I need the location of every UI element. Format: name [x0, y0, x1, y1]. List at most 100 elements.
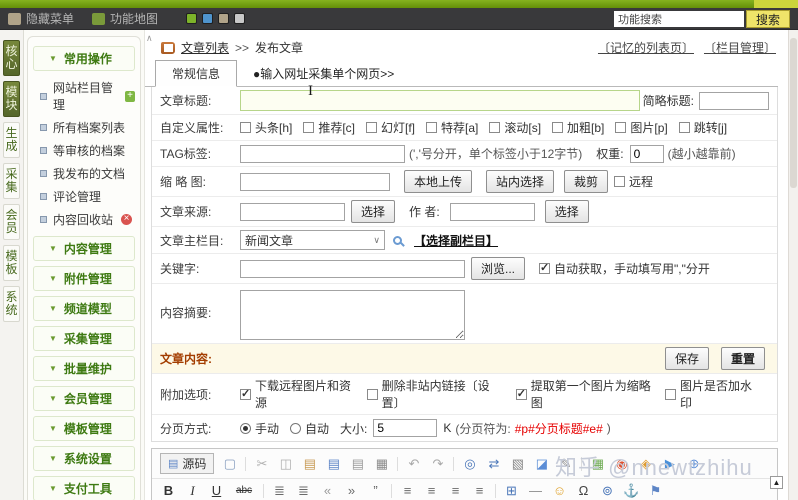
horizontal-rule-icon[interactable]: ―: [527, 483, 544, 499]
align-justify-icon[interactable]: ≡: [471, 483, 488, 499]
site-select-button[interactable]: 站内选择: [486, 170, 555, 193]
anchor-icon[interactable]: ⚓: [623, 483, 640, 499]
save-button[interactable]: 保存: [664, 347, 709, 370]
align-right-icon[interactable]: ≡: [447, 483, 464, 499]
italic-icon[interactable]: I: [184, 483, 201, 499]
manual-paging-radio[interactable]: 手动: [240, 420, 279, 437]
checkbox-icon[interactable]: [303, 122, 315, 133]
strikethrough-icon[interactable]: abc: [232, 483, 256, 499]
undo-icon[interactable]: ↶: [405, 456, 422, 472]
category-manage-link[interactable]: 〔栏目管理〕: [704, 39, 776, 56]
vertical-scrollbar[interactable]: [788, 30, 798, 500]
attribute-checkbox[interactable]: 图片[p]: [615, 119, 668, 136]
attribute-checkbox[interactable]: 加粗[b]: [552, 119, 604, 136]
remote-checkbox[interactable]: 远程: [614, 173, 653, 190]
author-input[interactable]: [449, 202, 535, 221]
select-all-icon[interactable]: ▧: [509, 456, 526, 472]
scrollbar-thumb[interactable]: [790, 38, 797, 188]
special-char-icon[interactable]: Ω: [575, 483, 592, 499]
short-title-input[interactable]: [699, 91, 769, 110]
checkbox-icon[interactable]: [678, 122, 690, 133]
sidebar-section[interactable]: ▼ 会员管理: [33, 386, 135, 411]
tag-input[interactable]: [240, 144, 405, 163]
blockquote-icon[interactable]: ”: [367, 483, 384, 499]
rail-tab-member[interactable]: 会员: [3, 204, 20, 240]
attribute-checkbox[interactable]: 幻灯[f]: [366, 119, 415, 136]
keywords-input[interactable]: [240, 259, 465, 278]
main-category-select[interactable]: 新闻文章 ∨: [240, 230, 385, 250]
remembered-list-link[interactable]: 〔记忆的列表页〕: [598, 39, 694, 56]
sidebar-section[interactable]: ▼ 模板管理: [33, 416, 135, 441]
search-category-icon[interactable]: [393, 235, 402, 245]
underline-icon[interactable]: U: [208, 483, 225, 499]
quick-icon-blue[interactable]: [202, 13, 214, 24]
rail-tab-generate[interactable]: 生成: [3, 122, 20, 158]
checkbox-icon[interactable]: [366, 122, 378, 133]
sidebar-section[interactable]: ▼ 采集管理: [33, 326, 135, 351]
checkbox-icon[interactable]: [515, 387, 527, 400]
align-center-icon[interactable]: ≡: [423, 483, 440, 499]
sidebar-item[interactable]: 内容回收站 ×: [31, 208, 137, 231]
rail-tab-template[interactable]: 模板: [3, 245, 20, 281]
checkbox-icon[interactable]: [489, 122, 501, 133]
toolbar-divider[interactable]: [263, 484, 264, 498]
paste-text-icon[interactable]: ▤: [349, 456, 366, 472]
toolbar-divider[interactable]: [495, 484, 496, 498]
sidebar-item[interactable]: 评论管理: [31, 185, 137, 208]
sidebar-item[interactable]: 所有档案列表: [31, 116, 137, 139]
page-size-input[interactable]: [373, 419, 438, 437]
replace-icon[interactable]: ⇄: [485, 456, 502, 472]
back-to-top-button[interactable]: ▲: [770, 476, 783, 489]
checkbox-icon[interactable]: [366, 388, 378, 400]
sidebar-item[interactable]: 网站栏目管理 +: [31, 76, 137, 116]
outdent-icon[interactable]: «: [319, 483, 336, 499]
attribute-checkbox[interactable]: 滚动[s]: [489, 119, 541, 136]
redo-icon[interactable]: ↷: [429, 456, 446, 472]
sidebar-collapse-arrow[interactable]: ∧: [146, 33, 153, 44]
crop-button[interactable]: 裁剪: [564, 170, 609, 193]
align-left-icon[interactable]: ≡: [399, 483, 416, 499]
extra-option-checkbox[interactable]: 删除非站内链接〔设置〕: [366, 377, 505, 411]
quick-icon-green[interactable]: [186, 13, 198, 24]
smiley-icon[interactable]: ☺: [551, 483, 568, 499]
sidebar-section-common-ops[interactable]: ▼ 常用操作: [33, 46, 135, 71]
toolbar-divider[interactable]: [391, 484, 392, 498]
table-icon[interactable]: ⊞: [503, 483, 520, 499]
sidebar-item[interactable]: 我发布的文档: [31, 162, 137, 185]
author-select-button[interactable]: 选择: [544, 200, 589, 223]
hide-menu-button[interactable]: 隐藏菜单: [8, 10, 74, 27]
thumbnail-input[interactable]: [240, 172, 390, 191]
attribute-checkbox[interactable]: 跳转[j]: [678, 119, 727, 136]
paste-icon[interactable]: ▤: [301, 456, 318, 472]
rail-tab-system[interactable]: 系统: [3, 286, 20, 322]
local-upload-button[interactable]: 本地上传: [404, 170, 473, 193]
quick-icon-tan[interactable]: [218, 13, 230, 24]
search-button[interactable]: 搜索: [745, 9, 790, 28]
sidebar-section[interactable]: ▼ 内容管理: [33, 236, 135, 261]
auto-fetch-checkbox[interactable]: 自动获取，手动填写用","分开: [539, 260, 710, 277]
paste-word-icon[interactable]: ▤: [325, 456, 342, 472]
rail-tab-module[interactable]: 模块: [3, 81, 20, 117]
article-title-input[interactable]: [240, 90, 640, 111]
rail-tab-collect[interactable]: 采集: [3, 163, 20, 199]
select-sub-category-link[interactable]: 【选择副栏目】: [414, 232, 498, 249]
auto-paging-radio[interactable]: 自动: [290, 420, 329, 437]
ordered-list-icon[interactable]: ≣: [271, 483, 288, 499]
checkbox-icon[interactable]: [240, 387, 251, 400]
checkbox-icon[interactable]: [664, 388, 676, 400]
quick-icon-gray[interactable]: [234, 13, 246, 24]
checkbox-icon[interactable]: [615, 122, 627, 133]
sidebar-section[interactable]: ▼ 系统设置: [33, 446, 135, 471]
bold-icon[interactable]: B: [160, 483, 177, 499]
sidebar-section[interactable]: ▼ 附件管理: [33, 266, 135, 291]
tab-general-info[interactable]: 常规信息: [155, 60, 238, 87]
radio-icon[interactable]: [290, 422, 302, 434]
extra-option-checkbox[interactable]: 提取第一个图片为缩略图: [515, 377, 654, 411]
toolbar-divider[interactable]: [397, 456, 399, 471]
sidebar-section[interactable]: ▼ 批量维护: [33, 356, 135, 381]
checkbox-icon[interactable]: [240, 122, 251, 133]
checkbox-icon[interactable]: [552, 122, 564, 133]
tab-collect-single-page[interactable]: ●输入网址采集单个网页>>: [253, 61, 394, 86]
rail-tab-core[interactable]: 核心: [3, 40, 20, 76]
browse-button[interactable]: 浏览...: [471, 257, 526, 280]
